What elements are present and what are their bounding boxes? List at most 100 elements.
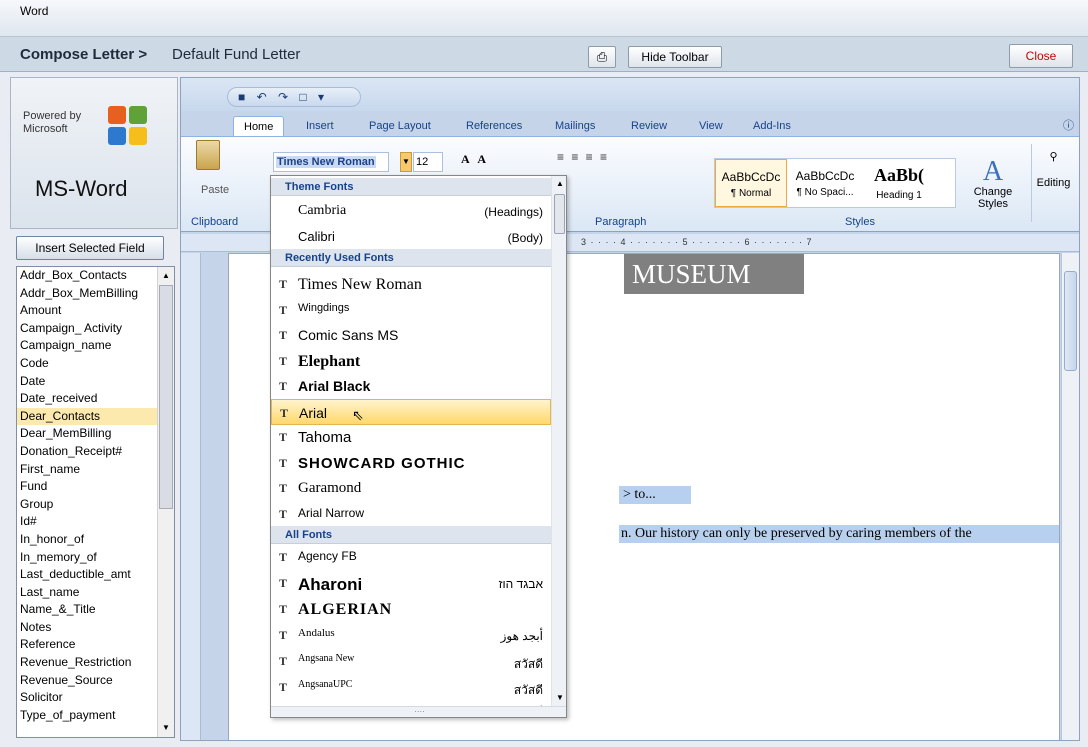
font-item[interactable]: T Elephant [271, 348, 551, 374]
vertical-ruler[interactable] [181, 253, 201, 740]
tab-view[interactable]: View [699, 116, 723, 136]
compose-letter-label: Compose Letter > [20, 46, 148, 63]
font-dropdown[interactable]: Theme Fonts Cambria (Headings) Calibri (… [270, 175, 567, 718]
font-item[interactable]: T Wingdings [271, 297, 551, 323]
font-item[interactable]: T Aharoni אבגד הוז [271, 570, 551, 596]
font-item[interactable]: T ALGERIAN [271, 596, 551, 622]
field-item[interactable]: Last_deductible_amt [17, 566, 174, 584]
font-item[interactable]: T Garamond [271, 475, 551, 501]
field-item[interactable]: Date_received [17, 390, 174, 408]
field-item[interactable]: Addr_Box_Contacts [17, 267, 174, 285]
font-sample: สวัสดี [513, 683, 543, 697]
font-item[interactable]: T Arial Narrow [271, 501, 551, 527]
field-item[interactable]: Reference [17, 636, 174, 654]
font-item[interactable]: T AngsanaUPC สวัสดี [271, 674, 551, 700]
font-dropdown-scrollbar[interactable]: ▲ ▼ [551, 176, 566, 706]
tab-references[interactable]: References [466, 116, 522, 136]
truetype-icon: T [279, 628, 288, 642]
font-name-box[interactable]: Times New Roman [273, 152, 389, 172]
field-item[interactable]: Type_of_payment [17, 707, 174, 725]
tab-mailings[interactable]: Mailings [555, 116, 595, 136]
truetype-icon: T [279, 302, 288, 317]
field-list-scrollbar[interactable]: ▲ ▼ [157, 267, 174, 737]
field-item[interactable]: Code [17, 355, 174, 373]
resize-grip-icon[interactable]: ···· [271, 706, 566, 717]
style-heading-1[interactable]: AaBb( Heading 1 [863, 159, 935, 207]
field-item[interactable]: Fund [17, 478, 174, 496]
help-icon[interactable]: ⓘ [1063, 116, 1074, 136]
binoculars-icon: ⚲ [1049, 151, 1058, 163]
ruler-ticks: 3 · · · · 4 · · · · · · · 5 · · · · · · … [581, 237, 813, 247]
field-item[interactable]: Dear_Contacts [17, 407, 174, 426]
font-item-calibri[interactable]: Calibri (Body) [271, 224, 551, 250]
font-item[interactable]: T Comic Sans MS [271, 322, 551, 348]
font-item[interactable]: T Times New Roman [271, 271, 551, 297]
font-item[interactable]: T Angsana New สวัสดี [271, 648, 551, 674]
tab-review[interactable]: Review [631, 116, 667, 136]
style-preview: AaBb( [873, 165, 924, 185]
font-item[interactable]: T Agency FB [271, 544, 551, 570]
field-item[interactable]: Amount [17, 302, 174, 320]
insert-selected-field-button[interactable]: Insert Selected Field [16, 236, 164, 260]
field-item[interactable]: Id# [17, 513, 174, 531]
tab-page-layout[interactable]: Page Layout [369, 116, 431, 136]
document-scrollbar[interactable] [1061, 253, 1079, 740]
tab-add-ins[interactable]: Add-Ins [753, 116, 791, 136]
style-name: ¶ Normal [730, 188, 772, 199]
merge-field-list[interactable]: Addr_Box_Contacts Addr_Box_MemBilling Amou… [16, 266, 175, 738]
field-item[interactable]: Notes [17, 619, 174, 637]
field-item[interactable]: Name_&_Title [17, 601, 174, 619]
change-styles-button[interactable]: A Change Styles [971, 158, 1015, 211]
field-item[interactable]: Dear_MemBilling [17, 425, 174, 443]
field-item[interactable]: Addr_Box_MemBilling [17, 285, 174, 303]
field-item[interactable]: In_honor_of [17, 531, 174, 549]
hide-toolbar-button[interactable]: Hide Toolbar [628, 46, 722, 68]
field-list-scroll-thumb[interactable] [159, 285, 173, 509]
font-dropdown-scroll-thumb[interactable] [554, 194, 565, 234]
field-item[interactable]: Donation_Receipt# [17, 443, 174, 461]
paste-label[interactable]: Paste [201, 184, 229, 196]
field-item[interactable]: Campaign_name [17, 337, 174, 355]
field-item[interactable]: First_name [17, 461, 174, 479]
paragraph-icons[interactable]: ≡ ≡ ≡ ≡ [557, 150, 609, 164]
font-name: Angsana New [298, 653, 355, 664]
font-item[interactable]: T Arial ⇖ [271, 398, 551, 425]
scroll-down-icon[interactable]: ▼ [159, 720, 173, 736]
office-logo-icon [108, 106, 147, 145]
field-item[interactable]: Solicitor [17, 689, 174, 707]
scroll-down-icon[interactable]: ▼ [553, 690, 566, 706]
font-item[interactable]: T Andalus أبجد هوز [271, 622, 551, 648]
chevron-down-icon: ▼ [402, 157, 410, 166]
field-item[interactable]: Revenue_Source [17, 672, 174, 690]
tab-home[interactable]: Home [233, 116, 285, 138]
field-item[interactable]: Last_name [17, 584, 174, 602]
font-tag: (Headings) [484, 205, 543, 219]
font-size-box[interactable]: 12 [413, 152, 443, 172]
close-button[interactable]: Close [1009, 44, 1073, 68]
styles-gallery[interactable]: AaBbCcDc ¶ Normal AaBbCcDc ¶ No Spaci...… [714, 158, 956, 208]
ms-word-box: Powered by Microsoft MS-Word [10, 77, 178, 229]
font-dropdown-button[interactable]: ▼ [400, 152, 412, 172]
style-no-spacing[interactable]: AaBbCcDc ¶ No Spaci... [789, 159, 861, 207]
quick-access-toolbar[interactable]: ■ ↶ ↷ □ ▾ [227, 87, 361, 107]
font-item[interactable]: T Tahoma [271, 424, 551, 450]
field-item[interactable]: Group [17, 496, 174, 514]
style-normal[interactable]: AaBbCcDc ¶ Normal [715, 159, 787, 207]
field-item[interactable]: Campaign_ Activity [17, 320, 174, 338]
grow-shrink-font-icon[interactable]: A A [461, 152, 489, 167]
paste-icon[interactable] [196, 140, 220, 170]
field-item[interactable]: In_memory_of [17, 549, 174, 567]
editing-button[interactable]: ⚲ Editing [1031, 144, 1075, 222]
field-item[interactable]: Revenue_Restriction [17, 654, 174, 672]
window-titlebar: Word [0, 0, 1088, 37]
tab-insert[interactable]: Insert [306, 116, 334, 136]
font-name: Garamond [298, 480, 362, 496]
font-item[interactable]: T Arial Black [271, 373, 551, 399]
field-item[interactable]: Date [17, 373, 174, 391]
font-item[interactable]: T SHOWCARD GOTHIC [271, 450, 551, 476]
font-item-cambria[interactable]: Cambria (Headings) [271, 198, 551, 224]
scroll-up-icon[interactable]: ▲ [159, 268, 173, 284]
scroll-up-icon[interactable]: ▲ [553, 176, 566, 192]
print-button[interactable]: ⎙ [588, 46, 616, 68]
document-scroll-thumb[interactable] [1064, 271, 1077, 371]
